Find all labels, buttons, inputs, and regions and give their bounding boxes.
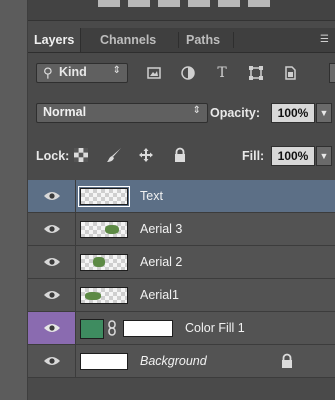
eye-icon (44, 291, 60, 299)
filter-shape-icon[interactable] (248, 65, 264, 81)
toolbar-block (128, 0, 150, 7)
opacity-input[interactable]: 100% (271, 103, 315, 123)
tab-divider (233, 32, 234, 48)
link-chain-icon[interactable] (107, 320, 117, 336)
eye-icon (44, 225, 60, 233)
layer-row-aerial-2[interactable]: Aerial 2 (28, 246, 335, 279)
opacity-dropdown-button[interactable]: ▼ (316, 103, 332, 123)
layer-name: Text (140, 189, 163, 203)
layer-row-aerial1[interactable]: Aerial1 (28, 279, 335, 312)
thumbnail-image-content (93, 257, 105, 267)
thumbnail-image-content (85, 292, 101, 300)
toolbar-block (158, 0, 180, 7)
filter-kind-label: Kind (59, 65, 87, 79)
filter-smart-object-icon[interactable] (282, 65, 298, 81)
layer-row-text[interactable]: Text (28, 180, 335, 213)
layer-thumbnail (80, 221, 128, 238)
lock-row: Lock: Fill: 100% ▼ (28, 143, 335, 169)
eye-icon (44, 357, 60, 365)
layer-mask-thumbnail[interactable] (123, 320, 173, 337)
lock-icon (280, 353, 294, 369)
color-fill-swatch[interactable] (80, 319, 104, 339)
panel-menu-icon[interactable]: ☰ (320, 35, 332, 45)
visibility-toggle[interactable] (28, 345, 76, 377)
left-gutter (0, 0, 28, 400)
chevron-updown-icon: ⇕ (192, 105, 201, 116)
layer-name: Aerial1 (140, 288, 179, 302)
filter-kind-select[interactable]: ⚲ Kind ⇕ (36, 63, 128, 83)
opacity-label: Opacity: (210, 106, 261, 120)
toolbar-block (248, 0, 270, 7)
blend-row: Normal ⇕ Opacity: 100% ▼ (28, 100, 335, 126)
filter-adjustment-icon[interactable] (180, 65, 196, 81)
blend-mode-select[interactable]: Normal ⇕ (36, 103, 208, 123)
visibility-toggle[interactable] (28, 279, 76, 311)
filter-pixel-icon[interactable] (146, 65, 162, 81)
panel-tabs: Layers Channels Paths ☰ (28, 28, 335, 53)
tab-paths[interactable]: Paths (180, 28, 226, 52)
layers-panel: Layers Channels Paths ☰ ⚲ Kind ⇕ T Norma… (28, 0, 335, 400)
tab-layers[interactable]: Layers (28, 28, 82, 52)
layer-name: Background (140, 354, 207, 368)
visibility-toggle[interactable] (28, 312, 76, 344)
fill-label: Fill: (242, 149, 265, 163)
eye-icon (44, 258, 60, 266)
eye-icon (44, 324, 60, 332)
filter-row: ⚲ Kind ⇕ T (28, 60, 335, 86)
lock-label: Lock: (36, 149, 70, 163)
fill-dropdown-button[interactable]: ▼ (316, 146, 332, 166)
filter-type-icon[interactable]: T (214, 65, 230, 81)
lock-all-icon[interactable] (172, 147, 188, 163)
layer-thumbnail (80, 287, 128, 304)
toolbar-block (188, 0, 210, 7)
layer-name: Aerial 3 (140, 222, 183, 236)
search-icon: ⚲ (43, 65, 53, 80)
visibility-toggle[interactable] (28, 180, 76, 212)
layer-row-background[interactable]: Background (28, 345, 335, 378)
toolbar-block (98, 0, 120, 7)
thumbnail-image-content (105, 225, 119, 234)
top-toolbar-strip (28, 0, 335, 21)
visibility-toggle[interactable] (28, 246, 76, 278)
layer-name: Color Fill 1 (185, 321, 245, 335)
lock-position-move-icon[interactable] (138, 147, 154, 163)
layer-name: Aerial 2 (140, 255, 183, 269)
blend-mode-value: Normal (43, 105, 87, 119)
eye-icon (44, 192, 60, 200)
lock-pixels-brush-icon[interactable] (106, 147, 122, 163)
fill-input[interactable]: 100% (271, 146, 315, 166)
layer-row-color-fill-1[interactable]: Color Fill 1 (28, 312, 335, 345)
tab-channels[interactable]: Channels (94, 28, 162, 52)
layer-row-aerial-3[interactable]: Aerial 3 (28, 213, 335, 246)
tab-divider (178, 32, 179, 48)
layer-thumbnail (78, 186, 130, 207)
filter-toggle[interactable] (329, 63, 335, 83)
toolbar-block (218, 0, 240, 7)
visibility-toggle[interactable] (28, 213, 76, 245)
layer-thumbnail (80, 353, 128, 370)
layer-thumbnail (80, 254, 128, 271)
chevron-updown-icon: ⇕ (112, 65, 121, 76)
lock-transparent-icon[interactable] (73, 147, 89, 163)
